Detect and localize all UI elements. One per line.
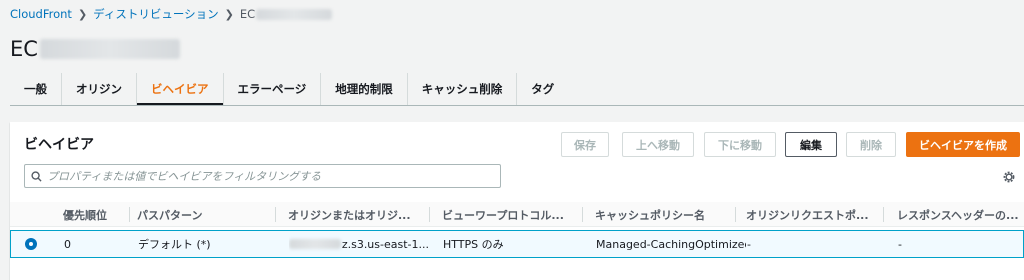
column-divider [129,207,130,222]
cell-viewer-protocol: HTTPS のみ [443,238,504,251]
tab-origins[interactable]: オリジン [62,73,137,105]
breadcrumb-distributions[interactable]: ディストリビューション [93,6,218,22]
tab-general[interactable]: 一般 [10,73,62,105]
column-header-viewer-protocol[interactable]: ビューワープロトコル... [442,202,582,227]
breadcrumb: CloudFront ❯ ディストリビューション ❯ EC [10,6,333,22]
tab-behaviors[interactable]: ビヘイビア [137,73,224,106]
redacted-distribution-id [256,8,333,20]
column-divider [883,207,884,222]
tab-geo-restrictions[interactable]: 地理的制限 [321,73,408,105]
move-down-button[interactable]: 下に移動 [704,132,776,157]
breadcrumb-current-prefix: EC [239,7,256,21]
table-row[interactable]: 0 デフォルト (*) z.s3.us-east-1... HTTPS のみ M… [10,230,1024,258]
table-header: 優先順位 パスパターン オリジンまたはオリジ... ビューワープロトコル... … [10,202,1024,227]
cell-origin-request-policy: - [747,237,751,251]
redacted-bucket-name [289,239,341,249]
column-header-origin-request-policy[interactable]: オリジンリクエストポ... [746,202,882,227]
tab-error-pages[interactable]: エラーページ [224,73,322,105]
tab-invalidations[interactable]: キャッシュ削除 [408,73,518,105]
column-header-path-pattern[interactable]: パスパターン [137,202,272,227]
filter-input[interactable] [47,169,500,183]
cell-origin: z.s3.us-east-1... [289,231,429,257]
edit-button[interactable]: 編集 [785,132,837,157]
redacted-distribution-id [39,39,180,59]
breadcrumb-current: EC [239,7,333,21]
row-radio-button[interactable] [25,238,37,250]
tab-bar: 一般 オリジン ビヘイビア エラーページ 地理的制限 キャッシュ削除 タグ [10,73,568,106]
cell-origin-suffix: z.s3.us-east-1... [341,237,429,251]
chevron-right-icon: ❯ [77,7,88,21]
search-icon [25,170,47,182]
behaviors-panel: ビヘイビア 保存 上へ移動 下に移動 編集 削除 ビヘイビアを作成 優先順位 パ… [10,122,1024,280]
column-divider [735,207,736,222]
filter-search-box[interactable] [24,164,501,188]
create-behavior-button[interactable]: ビヘイビアを作成 [906,132,1020,157]
panel-title: ビヘイビア [24,137,94,153]
column-divider [275,207,276,222]
move-up-button[interactable]: 上へ移動 [622,132,694,157]
cell-cache-policy: Managed-CachingOptimized [596,237,746,251]
column-divider [429,207,430,222]
tabs-divider [10,105,1024,106]
delete-button[interactable]: 削除 [846,132,896,157]
breadcrumb-cloudfront[interactable]: CloudFront [10,7,72,21]
cell-response-headers: - [898,237,902,251]
tab-tags[interactable]: タグ [517,73,568,105]
save-button[interactable]: 保存 [561,132,609,157]
page-title-prefix: EC [10,37,38,61]
column-header-response-headers[interactable]: レスポンスヘッダーの... [897,202,1022,227]
chevron-right-icon: ❯ [224,7,234,21]
gear-icon[interactable] [1002,170,1016,184]
column-header-origin[interactable]: オリジンまたはオリジ... [288,202,428,227]
column-divider [582,207,583,222]
page-title: EC [10,34,180,64]
cell-priority: 0 [64,237,71,251]
column-header-priority[interactable]: 優先順位 [63,202,133,227]
cell-path-pattern: デフォルト (*) [138,238,211,251]
column-header-cache-policy[interactable]: キャッシュポリシー名 [595,202,735,227]
